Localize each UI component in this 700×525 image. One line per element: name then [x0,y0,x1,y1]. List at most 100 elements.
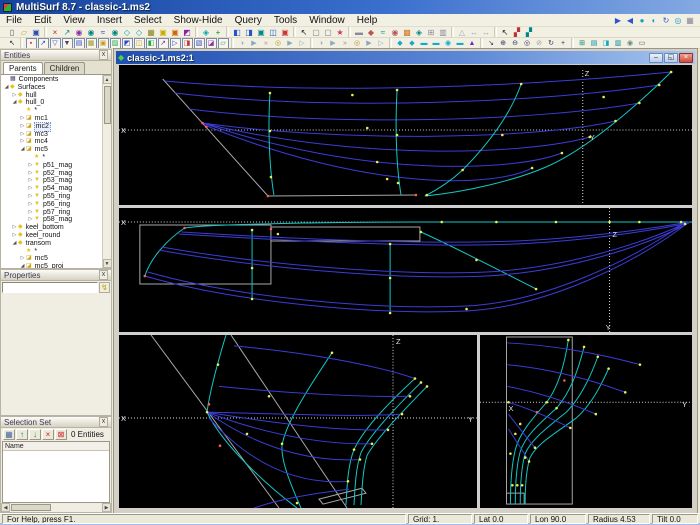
tree-item[interactable]: ▷ ◪ mc4 [1,138,102,146]
insert-mesh-icon[interactable]: ▦ [85,38,97,48]
ring-icon[interactable]: ◎ [673,15,684,26]
tree-item-label[interactable]: keel_round [25,232,62,240]
insert-ruled-icon[interactable]: ◧ [145,38,157,48]
insert-sub-icon[interactable]: ▧ [193,38,205,48]
gem-icon[interactable]: ◈ [414,27,425,37]
tab[interactable]: Children [43,62,86,74]
triangle-icon[interactable]: △ [457,27,468,37]
view-front-icon[interactable]: ◆ [395,38,406,48]
tree-item-label[interactable]: hull [25,92,38,100]
selection-list-body[interactable] [3,451,109,502]
toolbar-icon[interactable] [293,27,296,37]
insert-plane-icon[interactable]: ▣ [97,38,109,48]
nav-back-icon[interactable]: ◀ [625,15,636,26]
tree-item[interactable]: ▷ ◪ mc5 [1,255,102,263]
menu-item[interactable]: Window [303,14,351,27]
window-dot-icon[interactable]: ◉ [625,38,636,48]
close-icon[interactable]: x [99,417,108,427]
tree-item-label[interactable]: Surfaces [17,84,47,92]
close-icon[interactable]: x [99,270,108,280]
tree-item-label[interactable]: p51_mag [42,162,73,170]
expand-arrow-icon[interactable]: ▷ [27,201,34,209]
window-split-icon[interactable]: ◨ [601,38,612,48]
toolbar-icon[interactable] [44,27,47,37]
hatch-icon[interactable]: ▩ [402,27,413,37]
insert-point-icon[interactable]: ▪ [25,38,37,48]
window-bar-icon[interactable]: ▭ [637,38,648,48]
zoom-window-icon[interactable]: ◎ [522,38,533,48]
view-window2-icon[interactable]: ◨ [244,27,255,37]
table-icon[interactable]: ⊞ [426,27,437,37]
arrow-lr-icon[interactable]: ↔ [469,27,480,37]
tree-item[interactable]: ▷ ▼ p56_ring [1,201,102,209]
insert-ccurve-icon[interactable]: ▤ [73,38,85,48]
menu-item[interactable]: Select [128,14,168,27]
hide-ring-icon[interactable]: ◎ [352,38,363,48]
expand-arrow-icon[interactable]: ▷ [19,131,26,139]
pan-icon[interactable]: + [558,38,569,48]
arrow-lr2-icon[interactable]: ↔ [481,27,492,37]
measure-icon[interactable]: ▬ [354,27,365,37]
ring-tool-icon[interactable]: ◉ [86,27,97,37]
view-window4-icon[interactable]: ◫ [268,27,279,37]
locate-icon[interactable]: ◉ [390,27,401,37]
expand-arrow-icon[interactable]: ▷ [27,209,34,217]
toolbar-icon[interactable] [348,27,351,37]
insert-trim-icon[interactable]: ◨ [181,38,193,48]
view-top-icon[interactable]: ▬ [419,38,430,48]
toolbar-icon[interactable] [195,27,198,37]
tree-item-label[interactable]: mc5 [34,146,49,154]
minimize-icon[interactable]: – [649,52,663,63]
tree-item-label[interactable]: p57_ring [42,209,71,217]
scroll-down-icon[interactable]: ▼ [102,259,111,268]
expand-arrow-icon[interactable]: ▷ [19,115,26,123]
new-file-icon[interactable]: ▯ [7,27,18,37]
delete-icon[interactable]: × [50,27,61,37]
tree-item[interactable]: ▦ Components [1,76,102,84]
plane-icon[interactable]: ▣ [158,27,169,37]
view-body[interactable]: X Z Y [119,335,477,508]
snake-icon[interactable]: ≈ [98,27,109,37]
select-star-icon[interactable]: ★ [335,27,346,37]
zoom-in-icon[interactable]: ⊕ [498,38,509,48]
menu-item[interactable]: Show-Hide [168,14,229,27]
show-fwd-icon[interactable]: ▶ [285,38,296,48]
surface2-icon[interactable]: ◇ [134,27,145,37]
tree-item[interactable]: ★ * [1,107,102,115]
selection-hscrollbar[interactable]: ◀ ▶ [1,503,111,512]
menu-item[interactable]: View [57,14,91,27]
tree-item[interactable]: ◢ ◪ mc5 [1,146,102,154]
scroll-right-icon[interactable]: ▶ [102,503,111,512]
window-cascade-icon[interactable]: ⊞ [577,38,588,48]
tree-item[interactable]: ▷ ▼ p57_ring [1,209,102,217]
surface-icon[interactable]: ◇ [122,27,133,37]
tree-item[interactable]: ◢ ◆ hull_0 [1,99,102,107]
open-file-icon[interactable]: ▱ [19,27,30,37]
tree-item-label[interactable]: * [33,248,38,256]
remove-icon[interactable]: × [42,429,54,440]
move-down-icon[interactable]: ↓ [29,429,41,440]
rotate-view-icon[interactable]: ↻ [546,38,557,48]
toolbar-icon[interactable] [231,38,234,48]
view-profile[interactable]: X Z Y [119,65,692,205]
half-point-icon[interactable]: ◐ [649,15,660,26]
tree-item-label[interactable]: p55_ring [42,193,71,201]
toolbar-icon[interactable] [451,27,454,37]
add-icon[interactable]: + [213,27,224,37]
tree-item[interactable]: ★ * [1,248,102,256]
expand-arrow-icon[interactable]: ▷ [27,177,34,185]
move-up-icon[interactable]: ↑ [16,429,28,440]
scroll-up-icon[interactable]: ▲ [102,75,111,84]
menu-item[interactable]: Edit [28,14,57,27]
pointer-icon[interactable]: ↖ [299,27,310,37]
insert-line-icon[interactable]: ↗ [37,38,49,48]
expand-arrow-icon[interactable]: ▷ [19,255,26,263]
view-plan-icon[interactable]: ▬ [455,38,466,48]
insert-proj-icon[interactable]: ↗ [157,38,169,48]
hide-hollow-icon[interactable]: ▷ [376,38,387,48]
properties-input[interactable] [2,282,98,293]
tree-item-label[interactable]: p54_mag [42,185,73,193]
solid-icon[interactable]: ▣ [170,27,181,37]
toolbar-icon[interactable] [20,38,23,48]
view-window-icon[interactable]: ◧ [232,27,243,37]
